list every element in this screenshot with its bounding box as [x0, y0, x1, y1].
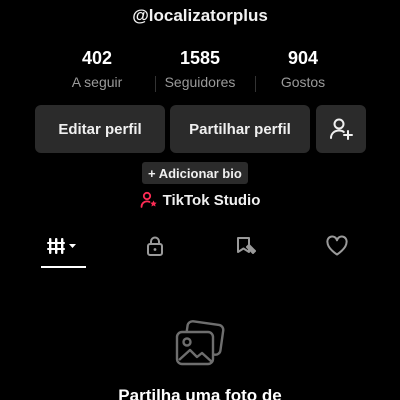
lock-icon [147, 236, 163, 256]
followers-count: 1585 [179, 48, 221, 68]
add-user-icon [330, 118, 353, 140]
likes-label: Gostos [280, 74, 326, 90]
following-count: 402 [81, 48, 113, 68]
bookmark-icon [237, 237, 256, 254]
empty-state-text: Partilha uma foto de [118, 386, 282, 400]
active-tab-indicator [41, 266, 86, 268]
share-profile-button[interactable]: Partilhar perfil [170, 105, 310, 153]
edit-profile-label: Editar perfil [58, 120, 142, 138]
stat-followers[interactable]: 1585 Seguidores [145, 46, 255, 90]
edit-profile-button[interactable]: Editar perfil [35, 105, 165, 153]
add-bio-button[interactable]: + Adicionar bio [142, 162, 248, 184]
stats-row: 402 A seguir 1585 Seguidores 904 Gostos [0, 46, 400, 96]
tab-private[interactable] [120, 228, 190, 264]
username: @localizatorplus [132, 6, 268, 25]
studio-label: TikTok Studio [162, 191, 261, 209]
tiktok-studio-link[interactable]: TikTok Studio [0, 191, 400, 209]
following-label: A seguir [71, 74, 123, 90]
content-tabs [0, 228, 400, 268]
likes-count: 904 [287, 48, 319, 68]
grid-icon [47, 238, 76, 254]
tab-videos[interactable] [28, 228, 98, 264]
stat-likes[interactable]: 904 Gostos [248, 46, 358, 90]
studio-icon [140, 191, 157, 208]
photo-gallery-icon [175, 320, 225, 366]
heart-icon [326, 235, 348, 256]
tab-liked[interactable] [302, 228, 372, 264]
add-bio-label: + Adicionar bio [148, 165, 242, 181]
stat-following[interactable]: 402 A seguir [42, 46, 152, 90]
add-friend-button[interactable] [316, 105, 366, 153]
followers-label: Seguidores [164, 74, 236, 90]
share-profile-label: Partilhar perfil [189, 120, 291, 138]
tab-saved[interactable] [212, 228, 282, 264]
